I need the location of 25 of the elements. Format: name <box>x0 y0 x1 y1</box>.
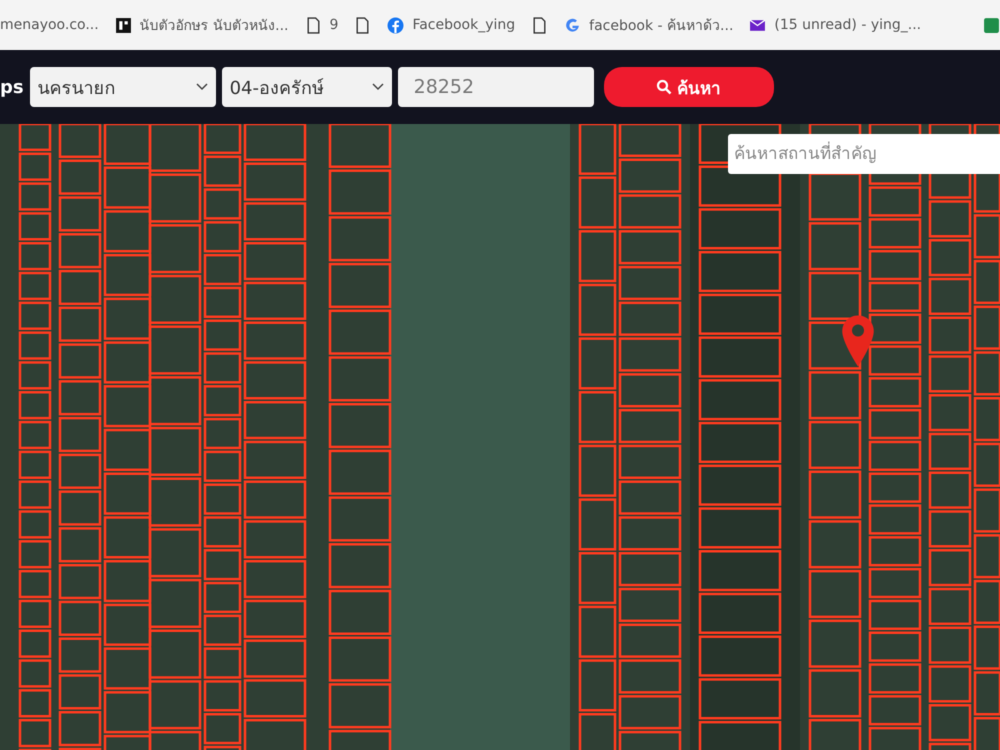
bookmark-link[interactable]: (15 unread) - ying_... <box>749 16 922 34</box>
bookmark-link[interactable]: 9 <box>304 16 338 34</box>
province-select[interactable]: นครนายก <box>30 67 216 107</box>
bookmark-link[interactable] <box>531 16 548 34</box>
district-select[interactable]: 04-องครักษ์ <box>222 67 392 107</box>
bookmark-link[interactable]: facebook - ค้นหาด้ว... <box>564 14 734 36</box>
bookmark-link[interactable]: menayoo.co... <box>0 17 99 33</box>
map-pin-icon[interactable] <box>840 314 876 368</box>
google-icon <box>564 16 582 34</box>
bookmark-link[interactable]: Facebook_ying <box>387 16 516 34</box>
page-icon <box>531 16 548 34</box>
parcel-number-field[interactable]: 28252 <box>398 67 594 107</box>
search-button[interactable]: ค้นหา <box>604 67 774 107</box>
place-search-field[interactable]: ค้นหาสถานที่สำคัญ <box>728 134 1000 174</box>
chevron-icon <box>372 83 384 91</box>
page-icon <box>304 16 322 34</box>
search-icon <box>656 79 672 95</box>
app-icon <box>114 16 132 34</box>
chevron-icon <box>196 83 208 91</box>
facebook-icon <box>387 16 404 34</box>
page-icon <box>354 16 372 34</box>
bookmark-link[interactable] <box>354 16 372 34</box>
brand-text: ps <box>0 76 24 98</box>
sheet-icon[interactable] <box>983 16 1000 34</box>
bookmark-link[interactable]: นับตัวอักษร นับตัวหนัง... <box>114 14 289 36</box>
